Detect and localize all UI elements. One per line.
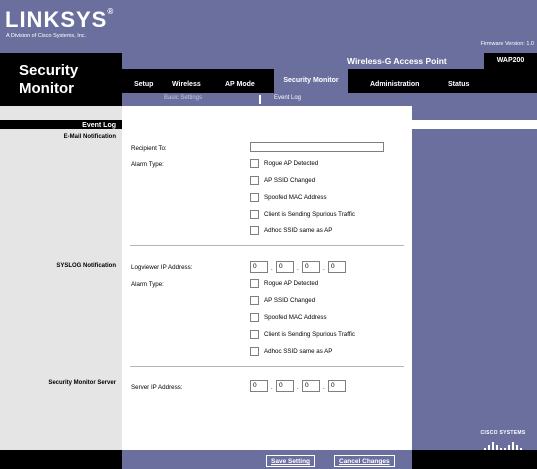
ip-dot: . <box>297 266 299 272</box>
tab-wireless[interactable]: Wireless <box>172 81 201 88</box>
tab-security-monitor[interactable]: Security Monitor <box>274 69 348 93</box>
ip-octet-4[interactable]: 0 <box>328 261 346 273</box>
syslog-alarm-type-label: Alarm Type: <box>131 281 164 288</box>
footer-left <box>0 450 122 469</box>
checkbox[interactable] <box>250 313 259 322</box>
ip-dot: . <box>271 385 273 391</box>
footer-actions: Save Setting Cancel Changes <box>122 450 412 469</box>
checkbox[interactable] <box>250 159 259 168</box>
security-monitor-server-label: Security Monitor Server <box>48 380 116 386</box>
checkbox[interactable] <box>250 279 259 288</box>
server-ip-label: Server IP Address: <box>131 384 183 391</box>
page-title: Security Monitor <box>0 53 122 106</box>
product-model: WAP200 <box>484 53 537 69</box>
email-alarm-type-label: Alarm Type: <box>131 161 164 168</box>
server-ip-fields: 0 . 0 . 0 . 0 <box>250 380 360 392</box>
checkbox[interactable] <box>250 226 259 235</box>
section-divider <box>130 366 404 367</box>
checkbox[interactable] <box>250 347 259 356</box>
linksys-logo: LINKSYS® <box>5 7 115 32</box>
recipient-input[interactable] <box>250 142 384 152</box>
syslog-notification-label: SYSLOG Notification <box>56 263 116 269</box>
subtab-event-log[interactable]: Event Log <box>274 95 301 101</box>
firmware-version: Firmware Version: 1.0 <box>480 41 535 47</box>
ip-octet-4[interactable]: 0 <box>328 380 346 392</box>
ip-dot: . <box>271 266 273 272</box>
recipient-label: Recipient To: <box>131 145 167 152</box>
ip-octet-3[interactable]: 0 <box>302 261 320 273</box>
checkbox[interactable] <box>250 193 259 202</box>
ip-dot: . <box>323 385 325 391</box>
ip-octet-2[interactable]: 0 <box>276 380 294 392</box>
footer-right <box>412 450 537 469</box>
checkbox[interactable] <box>250 296 259 305</box>
ip-dot: . <box>323 266 325 272</box>
logo-subtitle: A Division of Cisco Systems, Inc. <box>6 33 87 39</box>
product-bar: Wireless-G Access Point WAP200 <box>122 53 537 69</box>
tab-administration[interactable]: Administration <box>370 81 419 88</box>
save-setting-button[interactable]: Save Setting <box>266 455 316 467</box>
ip-octet-1[interactable]: 0 <box>250 380 268 392</box>
tab-setup[interactable]: Setup <box>134 81 153 88</box>
subtab-separator <box>259 95 261 104</box>
ip-octet-3[interactable]: 0 <box>302 380 320 392</box>
checkbox[interactable] <box>250 176 259 185</box>
cancel-changes-button[interactable]: Cancel Changes <box>334 455 395 467</box>
header-banner: LINKSYS® A Division of Cisco Systems, In… <box>0 0 537 53</box>
logviewer-ip-fields: 0 . 0 . 0 . 0 <box>250 261 360 273</box>
sub-tabs: Basic Settings Event Log <box>122 93 537 106</box>
main-tabs: Setup Wireless AP Mode Security Monitor … <box>122 69 537 106</box>
checkbox[interactable] <box>250 210 259 219</box>
tab-ap-mode[interactable]: AP Mode <box>225 81 255 88</box>
section-divider <box>130 245 404 246</box>
right-panel <box>412 106 537 450</box>
ip-dot: . <box>297 385 299 391</box>
email-notification-label: E-Mail Notification <box>63 134 116 140</box>
product-name: Wireless-G Access Point <box>347 56 447 66</box>
checkbox[interactable] <box>250 330 259 339</box>
section-title: Event Log <box>82 122 116 129</box>
main-content: Recipient To: Alarm Type: Rogue AP Detec… <box>122 106 412 450</box>
tab-status[interactable]: Status <box>448 81 469 88</box>
subtab-basic-settings[interactable]: Basic Settings <box>164 95 202 101</box>
ip-octet-1[interactable]: 0 <box>250 261 268 273</box>
right-panel-band <box>412 120 537 129</box>
logviewer-ip-label: Logviewer IP Address: <box>131 264 193 271</box>
ip-octet-2[interactable]: 0 <box>276 261 294 273</box>
sidebar: Event Log E-Mail Notification SYSLOG Not… <box>0 106 122 450</box>
